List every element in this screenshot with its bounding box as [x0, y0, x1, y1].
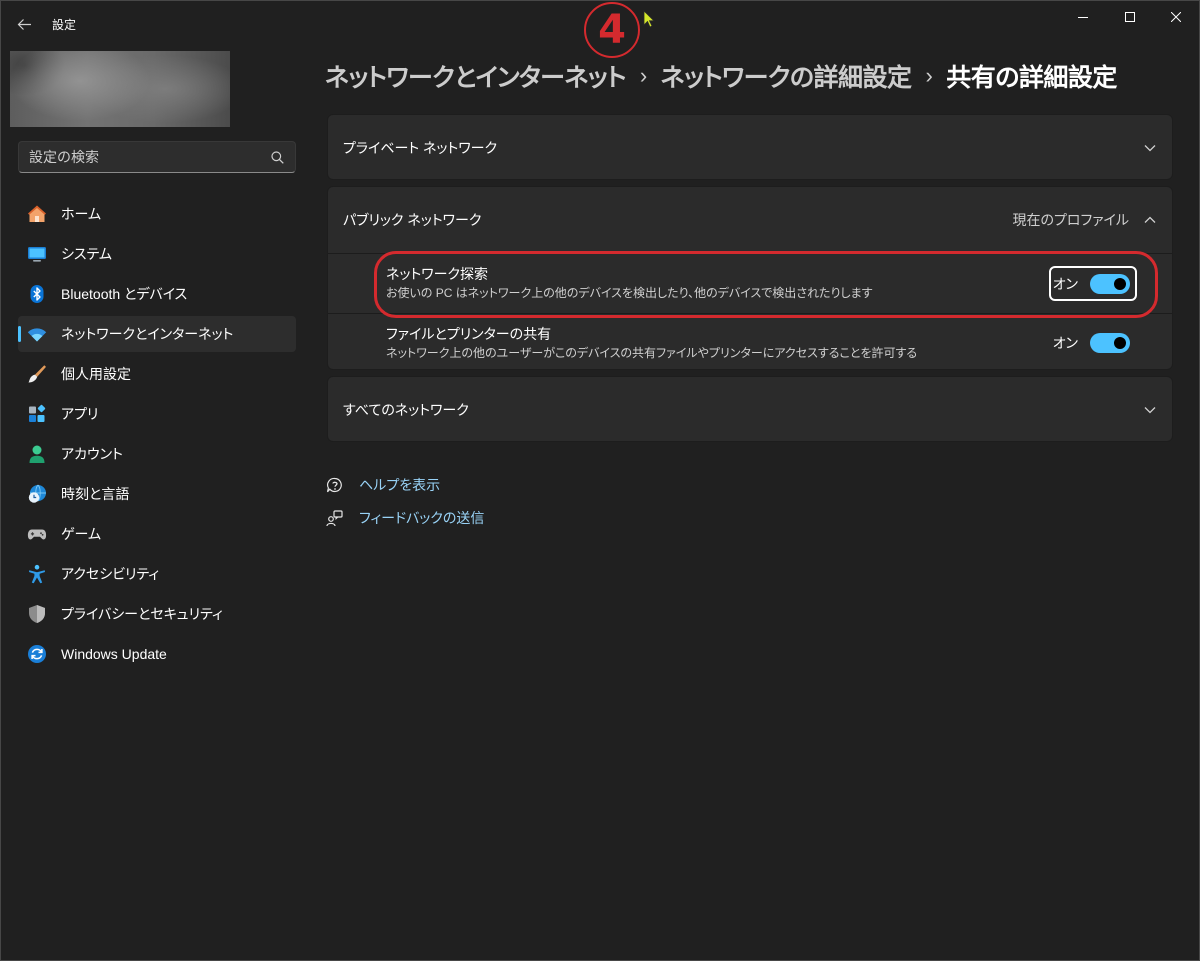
maximize-icon [1125, 12, 1135, 22]
sidebar-item-label: ネットワークとインターネット [61, 326, 234, 342]
sidebar-item-gaming[interactable]: ゲーム [18, 516, 296, 552]
breadcrumb-item-network-internet[interactable]: ネットワークとインターネット [325, 58, 626, 94]
sidebar-item-accessibility[interactable]: アクセシビリティ [18, 556, 296, 592]
sidebar-item-windows-update[interactable]: Windows Update [18, 636, 296, 672]
sidebar-item-personalization[interactable]: 個人用設定 [18, 356, 296, 392]
private-network-expander[interactable]: プライベート ネットワーク [327, 114, 1173, 180]
close-icon [1171, 12, 1181, 22]
game-controller-icon [27, 524, 47, 544]
sidebar-item-apps[interactable]: アプリ [18, 396, 296, 432]
section-label: すべてのネットワーク [343, 402, 469, 418]
network-discovery-toggle[interactable]: オン [1052, 273, 1130, 294]
shield-icon [27, 604, 47, 624]
mouse-cursor-icon [643, 10, 655, 28]
sidebar-item-system[interactable]: システム [18, 236, 296, 272]
help-links: ヘルプを表示 フィードバックの送信 [326, 475, 484, 541]
toggle-state-label: オン [1052, 275, 1078, 292]
toggle-knob [1114, 277, 1126, 290]
chevron-down-icon[interactable] [1144, 144, 1156, 152]
link-label[interactable]: フィードバックの送信 [359, 508, 484, 528]
get-help-link[interactable]: ヘルプを表示 [326, 475, 484, 495]
apps-icon [27, 404, 47, 424]
toggle-knob [1114, 336, 1126, 349]
paintbrush-icon [27, 364, 47, 384]
sidebar-item-label: アカウント [61, 446, 123, 462]
sidebar-item-label: プライバシーとセキュリティ [61, 606, 223, 622]
step-number: 4 [598, 7, 626, 53]
minimize-button[interactable] [1060, 0, 1106, 34]
app-title: 設定 [52, 18, 77, 32]
home-icon [27, 204, 47, 224]
close-button[interactable] [1153, 0, 1199, 34]
toggle-state-label: オン [1052, 334, 1078, 351]
sidebar-item-time-language[interactable]: 時刻と言語 [18, 476, 296, 512]
chevron-down-icon[interactable] [1144, 406, 1156, 414]
file-printer-sharing-row: ファイルとプリンターの共有 ネットワーク上の他のユーザーがこのデバイスの共有ファ… [328, 313, 1172, 369]
sidebar-item-label: アクセシビリティ [61, 566, 160, 582]
sidebar-item-label: システム [61, 246, 112, 262]
toggle-switch[interactable] [1090, 332, 1130, 353]
network-discovery-row: ネットワーク探索 お使いの PC はネットワーク上の他のデバイスを検出したり、他… [328, 253, 1172, 313]
sidebar-nav: ホーム システム Bluetooth とデバイス ネットワークとインターネット … [18, 196, 296, 676]
breadcrumb-separator: › [925, 63, 933, 88]
private-network-header[interactable]: プライベート ネットワーク [328, 115, 1172, 179]
windows-update-icon [27, 644, 47, 664]
all-networks-header[interactable]: すべてのネットワーク [328, 377, 1172, 441]
minimize-icon [1078, 16, 1088, 18]
breadcrumb-item-advanced-network-settings[interactable]: ネットワークの詳細設定 [661, 58, 912, 94]
sidebar-item-accounts[interactable]: アカウント [18, 436, 296, 472]
breadcrumb-separator: › [639, 63, 647, 88]
sidebar-item-label: アプリ [61, 406, 99, 422]
settings-window: 設定 4 設定の検索 ホーム システム Bluetooth とデバイス ネットワ… [0, 0, 1200, 961]
feedback-icon [326, 509, 343, 527]
sidebar-item-label: ホーム [61, 206, 102, 222]
bluetooth-icon [27, 284, 47, 304]
search-icon[interactable] [271, 151, 284, 164]
sidebar-item-label: Bluetooth とデバイス [61, 286, 188, 302]
sidebar-item-home[interactable]: ホーム [18, 196, 296, 232]
selection-indicator [18, 326, 21, 342]
sidebar-item-privacy-security[interactable]: プライバシーとセキュリティ [18, 596, 296, 632]
back-arrow-icon [17, 18, 31, 30]
sidebar-item-bluetooth-devices[interactable]: Bluetooth とデバイス [18, 276, 296, 312]
help-icon [326, 477, 343, 494]
all-networks-expander[interactable]: すべてのネットワーク [327, 376, 1173, 442]
public-network-expander: パブリック ネットワーク 現在のプロファイル ネットワーク探索 お使いの PC … [327, 186, 1173, 370]
current-profile-label: 現在のプロファイル [1012, 212, 1129, 228]
breadcrumb: ネットワークとインターネット › ネットワークの詳細設定 › 共有の詳細設定 [325, 57, 1195, 95]
sidebar-item-label: Windows Update [61, 646, 167, 662]
sidebar-item-label: 個人用設定 [61, 366, 131, 382]
toggle-switch[interactable] [1090, 273, 1130, 294]
chevron-up-icon[interactable] [1144, 216, 1156, 224]
back-button[interactable] [10, 12, 38, 36]
section-label: プライベート ネットワーク [343, 140, 498, 156]
profile-picture-blurred[interactable] [10, 51, 230, 127]
search-box[interactable] [18, 141, 296, 173]
sidebar-item-label: ゲーム [61, 526, 102, 542]
section-label: パブリック ネットワーク [343, 212, 482, 228]
public-network-header[interactable]: パブリック ネットワーク 現在のプロファイル [328, 187, 1172, 253]
accessibility-icon [27, 564, 47, 584]
page-title: 共有の詳細設定 [946, 64, 1117, 92]
link-label[interactable]: ヘルプを表示 [359, 475, 440, 495]
sidebar-item-label: 時刻と言語 [61, 486, 130, 502]
search-input[interactable] [19, 142, 295, 172]
monitor-icon [27, 244, 47, 264]
send-feedback-link[interactable]: フィードバックの送信 [326, 508, 484, 528]
account-icon [27, 444, 47, 464]
step-number-annotation: 4 [584, 2, 640, 58]
sidebar-item-network-internet[interactable]: ネットワークとインターネット [18, 316, 296, 352]
globe-clock-icon [27, 484, 47, 504]
file-printer-sharing-toggle[interactable]: オン [1052, 332, 1130, 353]
maximize-button[interactable] [1107, 0, 1153, 34]
wifi-icon [27, 324, 47, 344]
